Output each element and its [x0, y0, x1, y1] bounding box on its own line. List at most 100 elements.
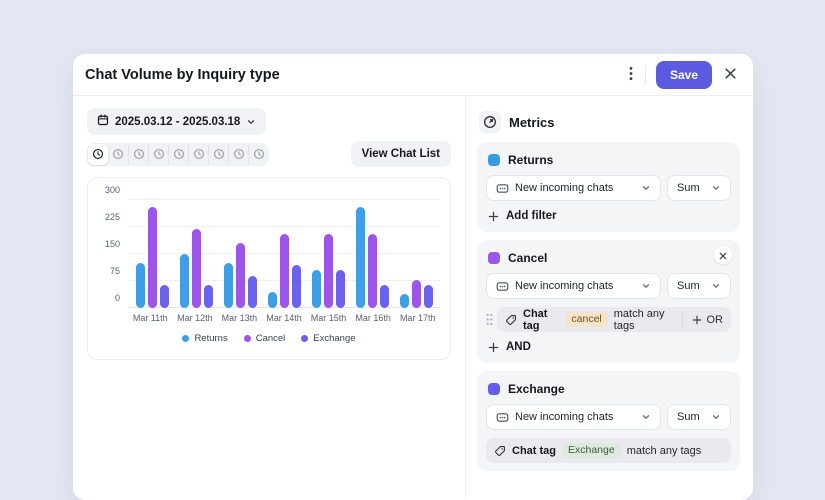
date-range-label: 2025.03.12 - 2025.03.18 [115, 116, 240, 128]
metric-source-value: New incoming chats [515, 411, 613, 423]
x-axis-label: Mar 15th [311, 313, 347, 323]
bar-exchange [380, 285, 389, 308]
close-icon [724, 67, 737, 83]
legend-label: Exchange [313, 333, 355, 344]
legend-label: Cancel [256, 333, 286, 344]
clock-icon [92, 148, 104, 160]
close-button[interactable] [722, 65, 739, 85]
metric-controls: New incoming chats Sum [486, 404, 731, 430]
legend-item: Returns [182, 333, 227, 344]
chart-card: 075150225300 Mar 11thMar 12thMar 13thMar… [87, 177, 451, 360]
x-axis-label: Mar 17th [400, 313, 436, 323]
clock-icon [213, 148, 225, 160]
x-axis-label: Mar 11th [133, 313, 168, 323]
clock-icon [193, 148, 205, 160]
time-segment-5[interactable] [168, 144, 188, 165]
chevron-down-icon [246, 117, 256, 127]
bar-exchange [424, 285, 433, 308]
metric-source-value: New incoming chats [515, 182, 613, 194]
bar-group [262, 234, 306, 308]
incoming-chats-icon [496, 182, 509, 195]
calendar-icon [97, 114, 109, 129]
view-chat-list-button[interactable]: View Chat List [351, 141, 451, 167]
add-or-button[interactable]: OR [682, 312, 724, 327]
header-actions: Save [627, 61, 739, 89]
metrics-title: Metrics [509, 115, 555, 130]
bar-returns [268, 292, 277, 308]
metric-name: Cancel [508, 251, 547, 265]
clock-icon [233, 148, 245, 160]
add-and-button[interactable]: AND [488, 341, 731, 353]
x-axis-label: Mar 12th [177, 313, 213, 323]
time-segment-1[interactable] [88, 144, 108, 165]
bar-exchange [204, 285, 213, 308]
incoming-chats-icon [496, 411, 509, 424]
aggregation-select[interactable]: Sum [667, 175, 731, 201]
metric-card-returns: Returns New incoming chats Sum Add f [477, 142, 740, 232]
bar-cancel [192, 229, 201, 308]
more-options-button[interactable] [627, 64, 635, 86]
time-segment-4[interactable] [148, 144, 168, 165]
clock-icon [133, 148, 145, 160]
save-button[interactable]: Save [656, 61, 712, 89]
bar-group [306, 234, 350, 308]
time-segment-6[interactable] [188, 144, 208, 165]
series-color-swatch [488, 252, 500, 264]
chevron-down-icon [711, 281, 721, 291]
clock-icon [153, 148, 165, 160]
aggregation-select[interactable]: Sum [667, 273, 731, 299]
aggregation-value: Sum [677, 182, 700, 194]
bar-exchange [160, 285, 169, 308]
chat-tag-filter[interactable]: Chat tag Exchange match any tags [486, 438, 731, 463]
remove-metric-button[interactable] [714, 246, 732, 264]
legend-dot [182, 335, 189, 342]
chevron-down-icon [641, 183, 651, 193]
legend-item: Cancel [244, 333, 286, 344]
legend-dot [244, 335, 251, 342]
or-label: OR [707, 314, 724, 326]
metric-source-select[interactable]: New incoming chats [486, 175, 661, 201]
and-label: AND [506, 341, 531, 353]
x-axis-label: Mar 13th [222, 313, 258, 323]
date-range-picker[interactable]: 2025.03.12 - 2025.03.18 [87, 108, 266, 135]
x-axis-label: Mar 14th [266, 313, 302, 323]
add-filter-button[interactable]: Add filter [488, 210, 731, 222]
metric-source-select[interactable]: New incoming chats [486, 404, 661, 430]
clock-icon [253, 148, 265, 160]
tag-icon [494, 445, 506, 457]
bar-returns [136, 263, 145, 308]
filter-condition: match any tags [627, 445, 702, 457]
tag-badge: cancel [565, 312, 607, 328]
metrics-panel: Metrics Returns New incoming chats Sum [466, 96, 753, 499]
chart-editor-modal: Chat Volume by Inquiry type Save 2025.03… [73, 54, 753, 500]
chat-tag-filter[interactable]: Chat tag cancel match any tags OR [497, 307, 731, 332]
y-axis-tick: 75 [92, 266, 120, 276]
metric-name: Exchange [508, 382, 565, 396]
time-segment-9[interactable] [248, 144, 268, 165]
metric-source-select[interactable]: New incoming chats [486, 273, 661, 299]
gauge-icon [479, 111, 501, 133]
series-color-swatch [488, 154, 500, 166]
y-axis-tick: 150 [92, 239, 120, 249]
chart-panel: 2025.03.12 - 2025.03.18 View Chat List 0… [73, 96, 466, 499]
time-segment-7[interactable] [208, 144, 228, 165]
bar-exchange [248, 276, 257, 308]
bar-returns [400, 294, 409, 308]
bar-group [218, 243, 262, 308]
time-segment-8[interactable] [228, 144, 248, 165]
time-granularity-segments [87, 143, 269, 166]
card-header: Returns [488, 153, 731, 167]
clock-icon [112, 148, 124, 160]
time-segment-3[interactable] [128, 144, 148, 165]
tag-icon [505, 314, 517, 326]
chevron-down-icon [711, 183, 721, 193]
x-axis-label: Mar 16th [355, 313, 391, 323]
drag-handle[interactable] [486, 313, 495, 326]
plus-icon [692, 315, 702, 325]
kebab-icon [629, 66, 633, 84]
time-segment-2[interactable] [108, 144, 128, 165]
card-header: Exchange [488, 382, 731, 396]
legend-item: Exchange [301, 333, 355, 344]
aggregation-select[interactable]: Sum [667, 404, 731, 430]
y-axis-tick: 225 [92, 212, 120, 222]
